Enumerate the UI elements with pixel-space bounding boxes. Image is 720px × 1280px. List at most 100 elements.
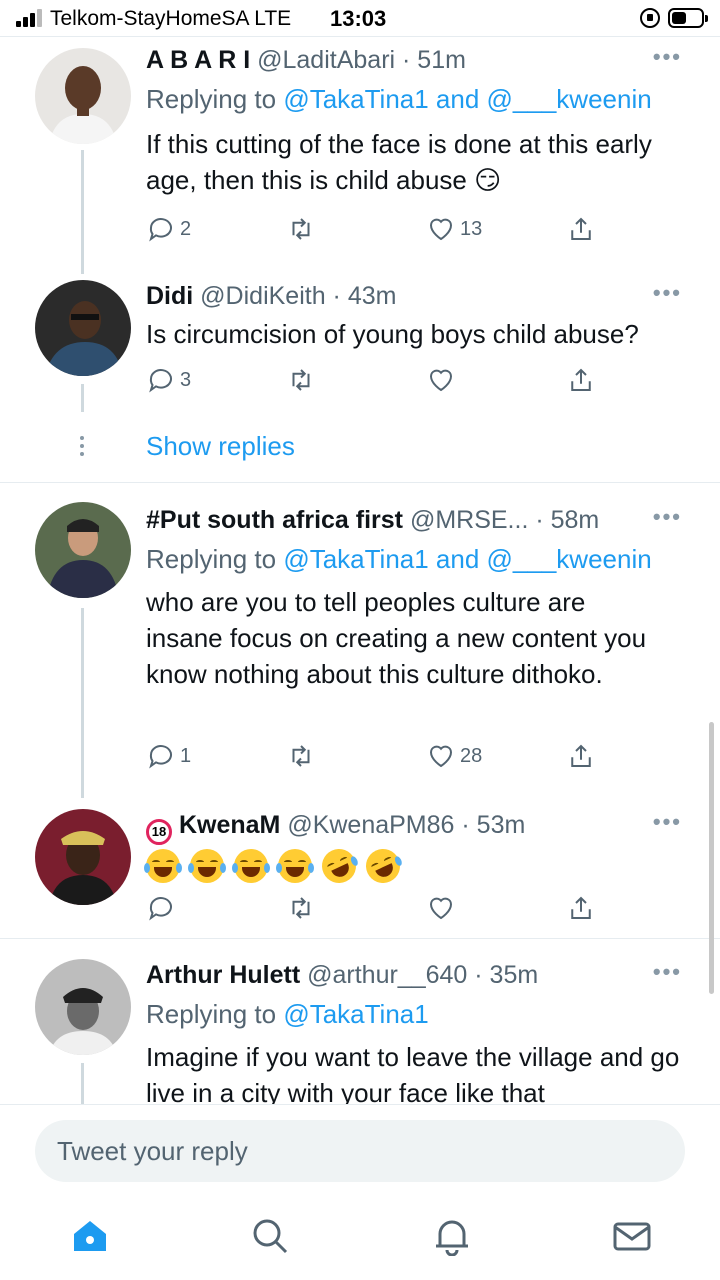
- share-button[interactable]: [566, 738, 596, 774]
- reply-input[interactable]: [35, 1120, 685, 1182]
- joy-emoji-icon: [188, 849, 226, 883]
- tweet[interactable]: 18 KwenaM @KwenaPM86 · 53m •••: [0, 801, 720, 936]
- tweet-text: who are you to tell peoples culture are …: [146, 587, 647, 689]
- divider: [0, 938, 720, 939]
- clock: 13:03: [330, 6, 387, 31]
- author-handle[interactable]: @MRSE...: [410, 506, 528, 534]
- author-name[interactable]: A B A R I: [146, 46, 250, 74]
- share-button[interactable]: [566, 890, 596, 926]
- author-handle[interactable]: @LaditAbari: [257, 46, 395, 74]
- reply-button[interactable]: 1: [146, 738, 191, 774]
- show-replies-link[interactable]: Show replies: [146, 431, 295, 462]
- tab-search[interactable]: [250, 1216, 290, 1256]
- author-name[interactable]: #Put south africa first: [146, 506, 403, 534]
- more-options-icon[interactable]: •••: [653, 280, 682, 306]
- author-name[interactable]: KwenaM: [179, 811, 280, 839]
- author-handle[interactable]: @arthur__640: [307, 961, 467, 989]
- tweet-actions: 1 28: [146, 738, 616, 774]
- author-name[interactable]: Arthur Hulett: [146, 961, 300, 989]
- rofl-emoji-icon: [360, 843, 406, 889]
- author-handle[interactable]: @KwenaPM86: [287, 811, 454, 839]
- replying-label: Replying to: [146, 544, 284, 574]
- tab-messages[interactable]: [612, 1216, 652, 1256]
- avatar[interactable]: [35, 809, 131, 905]
- share-button[interactable]: [566, 211, 596, 247]
- heart-icon: [429, 897, 453, 920]
- tweet-header: #Put south africa first @MRSE... · 58m: [146, 504, 599, 536]
- retweet-button[interactable]: [286, 211, 316, 247]
- more-options-icon[interactable]: •••: [653, 44, 682, 70]
- thread-line: [81, 1063, 84, 1104]
- like-button[interactable]: 28: [426, 738, 482, 774]
- tweet-text: Is circumcision of young boys child abus…: [146, 319, 639, 349]
- separator: ·: [454, 811, 477, 839]
- reply-button[interactable]: 2: [146, 211, 191, 247]
- reply-button[interactable]: [146, 890, 176, 926]
- heart-icon: [429, 369, 453, 392]
- timestamp: 58m: [550, 506, 600, 534]
- reply-count: 3: [180, 368, 192, 391]
- replying-mentions[interactable]: @TakaTina1: [283, 999, 428, 1029]
- reply-icon: [149, 745, 172, 769]
- timestamp: 35m: [489, 961, 539, 989]
- separator: ·: [325, 282, 348, 310]
- tab-notifications[interactable]: [432, 1216, 472, 1257]
- reply-feed[interactable]: A B A R I @LaditAbari · 51m ••• Replying…: [0, 36, 720, 1104]
- retweet-button[interactable]: [286, 738, 316, 774]
- notifications-icon: [436, 1220, 468, 1257]
- tweet-header: Arthur Hulett @arthur__640 · 35m: [146, 959, 538, 991]
- replying-mentions[interactable]: @TakaTina1 and @___kweenin: [283, 544, 651, 574]
- scrollbar[interactable]: [709, 722, 714, 994]
- more-options-icon[interactable]: •••: [653, 809, 682, 835]
- separator: ·: [528, 506, 551, 534]
- search-icon: [253, 1219, 288, 1254]
- more-replies-icon: [80, 436, 85, 460]
- share-button[interactable]: [566, 362, 596, 398]
- tweet[interactable]: #Put south africa first @MRSE... · 58m •…: [0, 496, 720, 801]
- avatar[interactable]: [35, 48, 131, 144]
- orientation-lock-icon: [640, 8, 660, 28]
- replying-to: Replying to @TakaTina1 and @___kweenin: [146, 82, 652, 116]
- tweet[interactable]: A B A R I @LaditAbari · 51m ••• Replying…: [0, 36, 720, 276]
- author-name[interactable]: Didi: [146, 282, 193, 310]
- reply-count: 2: [180, 217, 192, 240]
- tab-home[interactable]: [70, 1216, 110, 1256]
- separator: ·: [395, 46, 418, 74]
- reply-icon: [149, 369, 172, 393]
- replying-mentions[interactable]: @TakaTina1 and @___kweenin: [283, 84, 651, 114]
- author-handle[interactable]: @DidiKeith: [200, 282, 325, 310]
- like-count: 28: [460, 744, 483, 767]
- joy-emoji-icon: [276, 849, 314, 883]
- replying-label: Replying to: [146, 84, 284, 114]
- more-options-icon[interactable]: •••: [653, 959, 682, 985]
- bottom-tab-bar: [0, 1200, 720, 1280]
- tweet-header: Didi @DidiKeith · 43m: [146, 280, 396, 312]
- like-button[interactable]: [426, 890, 456, 926]
- heart-icon: [429, 745, 453, 768]
- reply-count: 1: [180, 744, 192, 767]
- avatar[interactable]: [35, 959, 131, 1055]
- signal-icon: [16, 9, 44, 27]
- tweet-actions: 3: [146, 362, 616, 398]
- share-icon: [571, 368, 591, 391]
- tweet[interactable]: Arthur Hulett @arthur__640 · 35m ••• Rep…: [0, 951, 720, 1104]
- retweet-button[interactable]: [286, 362, 316, 398]
- tweet-actions: 2 13: [146, 211, 616, 247]
- status-bar: Telkom-StayHomeSA LTE 13:03: [0, 0, 720, 36]
- avatar[interactable]: [35, 280, 131, 376]
- joy-emoji-icon: [144, 849, 182, 883]
- retweet-button[interactable]: [286, 890, 316, 926]
- like-button[interactable]: 13: [426, 211, 482, 247]
- more-options-icon[interactable]: •••: [653, 504, 682, 530]
- reply-icon: [149, 897, 172, 921]
- retweet-icon: [292, 745, 310, 767]
- retweet-icon: [292, 897, 310, 919]
- avatar[interactable]: [35, 502, 131, 598]
- tweet[interactable]: Didi @DidiKeith · 43m ••• Is circumcisio…: [0, 276, 720, 416]
- retweet-icon: [292, 218, 310, 240]
- reply-button[interactable]: 3: [146, 362, 191, 398]
- tweet-actions: [146, 890, 616, 926]
- like-button[interactable]: [426, 362, 456, 398]
- messages-icon: [613, 1222, 651, 1251]
- home-icon: [74, 1221, 106, 1251]
